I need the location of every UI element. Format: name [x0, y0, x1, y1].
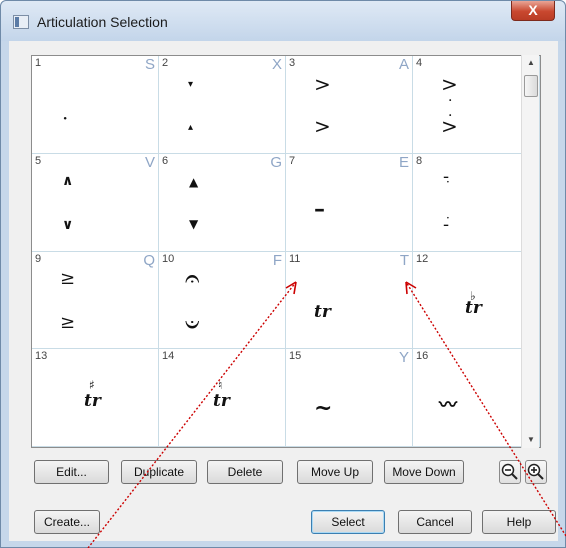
articulation-cell-2[interactable]: 2 X ▾ ▴ [159, 56, 286, 154]
trill-sharp-symbol: tr [84, 391, 101, 412]
accent-symbol: > [314, 114, 331, 138]
mordent-symbol: 〰 [439, 395, 457, 417]
marcato-up-symbol: ∧ [62, 172, 74, 189]
dot-icon: · [446, 174, 450, 189]
window-title: Articulation Selection [37, 14, 168, 30]
accent-staccato-symbol: > [441, 114, 458, 138]
articulation-cell-7[interactable]: 7 E – [286, 153, 413, 252]
delete-button[interactable]: Delete [207, 460, 283, 484]
cell-number: 1 [35, 57, 42, 69]
cell-shortcut-key: S [144, 56, 155, 73]
scroll-down-arrow-icon[interactable]: ▼ [522, 432, 540, 448]
help-button[interactable]: Help [482, 510, 556, 534]
wedge-up-symbol: ▲ [189, 174, 199, 189]
accent-staccato-symbol: > [441, 72, 458, 96]
fermata-inverted-symbol: 𝄑 [185, 309, 200, 340]
articulation-cell-14[interactable]: 14 ♮ tr [159, 349, 286, 447]
articulation-cell-5[interactable]: 5 V ∧ ∨ [32, 153, 159, 252]
move-up-button[interactable]: Move Up [297, 460, 373, 484]
articulation-cell-3[interactable]: 3 A > > [286, 56, 413, 154]
move-down-button[interactable]: Move Down [384, 460, 464, 484]
fermata-symbol: 𝄐 [185, 263, 200, 294]
trill-symbol: tr [314, 301, 331, 322]
cell-number: 14 [162, 350, 175, 363]
cell-number: 16 [416, 350, 429, 363]
turn-symbol: ~ [314, 395, 333, 422]
scroll-up-arrow-icon[interactable]: ▲ [522, 55, 540, 71]
cell-number: 10 [162, 252, 175, 265]
duplicate-button[interactable]: Duplicate [121, 460, 197, 484]
accent-symbol: > [314, 72, 331, 96]
zoom-in-button[interactable] [525, 460, 547, 484]
cell-shortcut-key: T [399, 251, 409, 269]
sharp-icon: ♯ [89, 378, 95, 393]
select-button[interactable]: Select [311, 510, 385, 534]
cell-number: 4 [416, 57, 423, 69]
cell-shortcut-key: Q [143, 251, 155, 269]
close-button[interactable]: X [511, 1, 555, 21]
cell-number: 5 [35, 154, 42, 167]
cell-shortcut-key: A [398, 56, 409, 73]
articulation-grid: 1 S · 2 X ▾ ▴ 3 A > > 4 Z [31, 55, 541, 448]
cell-shortcut-key: Y [398, 349, 409, 367]
articulation-selection-dialog: Articulation Selection X 1 S · 2 X ▾ ▴ 3 [0, 0, 566, 548]
dialog-client-area: 1 S · 2 X ▾ ▴ 3 A > > 4 Z [9, 41, 558, 541]
cell-number: 7 [289, 154, 296, 167]
cell-shortcut-key: X [271, 56, 282, 73]
articulation-cells: 1 S · 2 X ▾ ▴ 3 A > > 4 Z [32, 56, 540, 447]
tenuto-symbol: – [314, 195, 325, 222]
articulation-cell-6[interactable]: 6 G ▲ ▼ [159, 153, 286, 252]
accent-tenuto-symbol: ≥ [60, 267, 76, 289]
cell-number: 8 [416, 154, 423, 167]
articulation-cell-9[interactable]: 9 Q ≥ ≥ [32, 251, 159, 350]
staccatissimo-down-symbol: ▾ [188, 79, 194, 90]
cell-shortcut-key: E [398, 153, 409, 171]
cell-number: 6 [162, 154, 169, 167]
articulation-cell-11[interactable]: 11 T tr [286, 251, 413, 350]
window-icon [13, 15, 29, 29]
cell-shortcut-key: V [144, 153, 155, 171]
marcato-down-symbol: ∨ [62, 216, 74, 233]
title-bar[interactable]: Articulation Selection X [1, 1, 565, 41]
trill-flat-symbol: tr [465, 297, 482, 318]
staccatissimo-up-symbol: ▴ [188, 122, 194, 133]
trill-natural-symbol: tr [213, 391, 230, 412]
zoom-out-icon [501, 463, 518, 480]
scrollbar-thumb[interactable] [524, 75, 538, 97]
cell-number: 15 [289, 350, 302, 363]
accent-tenuto-symbol: ≥ [60, 311, 76, 333]
edit-button[interactable]: Edit... [34, 460, 109, 484]
zoom-out-button[interactable] [499, 460, 521, 484]
cell-shortcut-key: F [272, 251, 282, 269]
articulation-cell-13[interactable]: 13 ♯ tr [32, 349, 159, 447]
cell-number: 12 [416, 252, 429, 265]
cancel-button[interactable]: Cancel [398, 510, 472, 534]
staccato-dot-symbol: · [62, 106, 69, 130]
cell-number: 13 [35, 350, 48, 363]
cell-number: 3 [289, 57, 296, 69]
vertical-scrollbar[interactable]: ▲ ▼ [521, 55, 539, 448]
cell-number: 11 [289, 252, 301, 265]
cell-number: 9 [35, 252, 42, 265]
dot-icon: · [448, 93, 453, 109]
cell-shortcut-key: G [270, 153, 282, 171]
articulation-cell-10[interactable]: 10 F 𝄐 𝄑 [159, 251, 286, 350]
natural-icon: ♮ [218, 378, 223, 393]
cell-number: 2 [162, 57, 169, 69]
tenuto-staccato-symbol: - [443, 213, 450, 235]
articulation-cell-1[interactable]: 1 S · [32, 56, 159, 154]
wedge-down-symbol: ▼ [189, 216, 199, 231]
articulation-cell-15[interactable]: 15 Y ~ [286, 349, 413, 447]
create-button[interactable]: Create... [34, 510, 100, 534]
zoom-in-icon [527, 463, 544, 480]
